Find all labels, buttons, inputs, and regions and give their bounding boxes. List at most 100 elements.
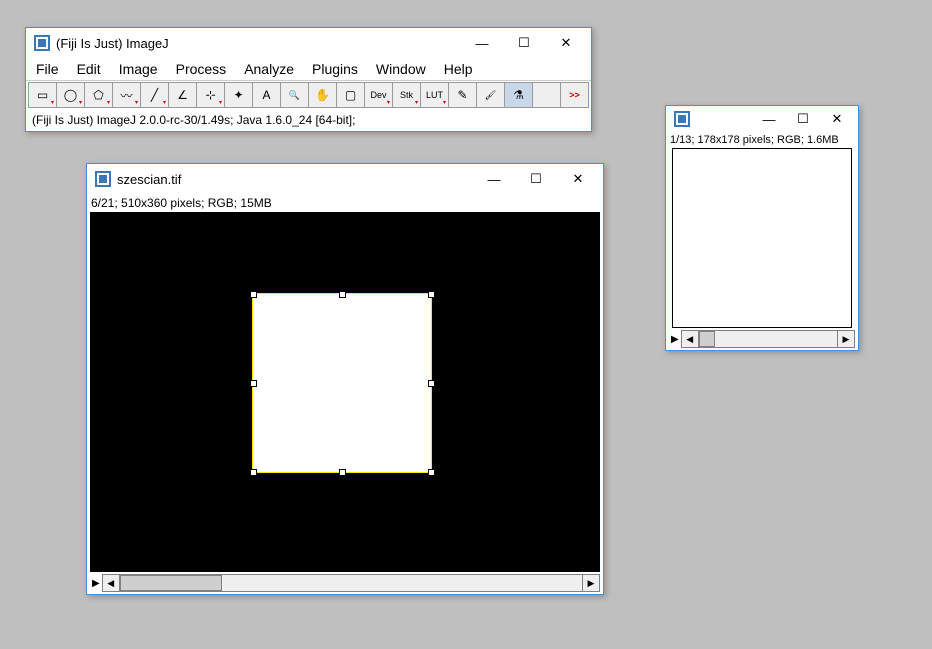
hand-tool-icon: ✋ <box>315 88 330 102</box>
scroll-left-icon[interactable]: ◀ <box>682 331 699 347</box>
handle-w[interactable] <box>250 380 257 387</box>
more-indicator-icon: ▾ <box>107 99 110 106</box>
menu-window[interactable]: Window <box>372 59 430 79</box>
oval-tool[interactable]: ◯▾ <box>56 82 85 108</box>
zoom-tool[interactable]: 🔍 <box>280 82 309 108</box>
dev-menu[interactable]: Dev▾ <box>364 82 393 108</box>
img1-content <box>90 212 600 572</box>
status-bar: (Fiji Is Just) ImageJ 2.0.0-rc-30/1.49s;… <box>26 109 591 131</box>
more-indicator-icon: ▾ <box>51 99 54 106</box>
more-tools[interactable]: >> <box>560 82 589 108</box>
line-tool-icon: ╱ <box>151 88 158 102</box>
toolbar: ▭▾◯▾⬠▾〰▾╱▾∠⊹▾✦A🔍✋▢Dev▾Stk▾LUT▾✎🖌⚗>> <box>26 80 591 109</box>
more-tools-icon: >> <box>569 90 580 100</box>
point-tool-icon: ⊹ <box>205 88 215 102</box>
menu-edit[interactable]: Edit <box>73 59 105 79</box>
img1-slice-scrollbar: ▶ ◀ ▶ <box>87 572 603 594</box>
img2-slice-scrollbar: ▶ ◀ ▶ <box>666 328 858 350</box>
image-window-2: — ☐ ✕ 1/13; 178x178 pixels; RGB; 1.6MB ▶… <box>665 105 859 351</box>
handle-se[interactable] <box>428 469 435 476</box>
spacer[interactable] <box>532 82 561 108</box>
color-picker[interactable]: ▢ <box>336 82 365 108</box>
stk-menu-icon: Stk <box>400 90 413 100</box>
slice-scrollbar[interactable]: ◀ ▶ <box>102 574 600 592</box>
app-icon <box>674 111 690 127</box>
minimize-button[interactable]: — <box>752 106 786 132</box>
stk-menu[interactable]: Stk▾ <box>392 82 421 108</box>
maximize-button[interactable]: ☐ <box>515 166 557 192</box>
maximize-button[interactable]: ☐ <box>503 30 545 56</box>
hand-tool[interactable]: ✋ <box>308 82 337 108</box>
menu-process[interactable]: Process <box>172 59 231 79</box>
handle-ne[interactable] <box>428 291 435 298</box>
scroll-thumb[interactable] <box>120 575 222 591</box>
play-icon[interactable]: ▶ <box>90 578 102 589</box>
main-title: (Fiji Is Just) ImageJ <box>56 36 461 51</box>
point-tool[interactable]: ⊹▾ <box>196 82 225 108</box>
line-tool[interactable]: ╱▾ <box>140 82 169 108</box>
brush-tool-icon: 🖌 <box>485 90 496 101</box>
img1-titlebar[interactable]: szescian.tif — ☐ ✕ <box>87 164 603 194</box>
img2-canvas[interactable] <box>672 148 852 328</box>
lut-menu[interactable]: LUT▾ <box>420 82 449 108</box>
rectangle-tool-icon: ▭ <box>37 88 48 102</box>
brush-tool[interactable]: 🖌 <box>476 82 505 108</box>
handle-sw[interactable] <box>250 469 257 476</box>
text-tool-icon: A <box>262 88 270 102</box>
window-buttons: — ☐ ✕ <box>752 106 854 132</box>
menu-file[interactable]: File <box>32 59 63 79</box>
scroll-right-icon[interactable]: ▶ <box>837 331 854 347</box>
text-tool[interactable]: A <box>252 82 281 108</box>
wand-tool[interactable]: ✦ <box>224 82 253 108</box>
flood-tool-icon: ⚗ <box>513 88 524 102</box>
window-buttons: — ☐ ✕ <box>473 166 599 192</box>
more-indicator-icon: ▾ <box>415 99 418 106</box>
more-indicator-icon: ▾ <box>219 99 222 106</box>
menu-image[interactable]: Image <box>115 59 162 79</box>
freehand-tool-icon: 〰 <box>120 87 132 104</box>
slice-scrollbar[interactable]: ◀ ▶ <box>681 330 855 348</box>
flood-tool[interactable]: ⚗ <box>504 82 533 108</box>
img2-info: 1/13; 178x178 pixels; RGB; 1.6MB <box>666 132 858 148</box>
freehand-tool[interactable]: 〰▾ <box>112 82 141 108</box>
maximize-button[interactable]: ☐ <box>786 106 820 132</box>
wand-tool-icon: ✦ <box>233 88 243 102</box>
handle-e[interactable] <box>428 380 435 387</box>
rectangle-selection[interactable] <box>252 293 432 473</box>
angle-tool-icon: ∠ <box>177 88 188 102</box>
handle-n[interactable] <box>339 291 346 298</box>
app-icon <box>34 35 50 51</box>
scroll-thumb[interactable] <box>699 331 715 347</box>
play-icon[interactable]: ▶ <box>669 334 681 345</box>
more-indicator-icon: ▾ <box>443 99 446 106</box>
rectangle-tool[interactable]: ▭▾ <box>28 82 57 108</box>
close-button[interactable]: ✕ <box>820 106 854 132</box>
minimize-button[interactable]: — <box>473 166 515 192</box>
zoom-tool-icon: 🔍 <box>289 90 300 101</box>
handle-s[interactable] <box>339 469 346 476</box>
img2-titlebar[interactable]: — ☐ ✕ <box>666 106 858 132</box>
app-icon <box>95 171 111 187</box>
menu-plugins[interactable]: Plugins <box>308 59 362 79</box>
main-titlebar[interactable]: (Fiji Is Just) ImageJ — ☐ ✕ <box>26 28 591 58</box>
oval-tool-icon: ◯ <box>64 88 77 102</box>
polygon-tool[interactable]: ⬠▾ <box>84 82 113 108</box>
img1-title: szescian.tif <box>117 172 473 187</box>
more-indicator-icon: ▾ <box>163 99 166 106</box>
polygon-tool-icon: ⬠ <box>93 88 103 102</box>
main-window: (Fiji Is Just) ImageJ — ☐ ✕ File Edit Imag… <box>25 27 592 132</box>
close-button[interactable]: ✕ <box>545 30 587 56</box>
lut-menu-icon: LUT <box>426 90 443 100</box>
handle-nw[interactable] <box>250 291 257 298</box>
menubar: File Edit Image Process Analyze Plugins Window… <box>26 58 591 80</box>
close-button[interactable]: ✕ <box>557 166 599 192</box>
scroll-right-icon[interactable]: ▶ <box>582 575 599 591</box>
window-buttons: — ☐ ✕ <box>461 30 587 56</box>
scroll-left-icon[interactable]: ◀ <box>103 575 120 591</box>
menu-analyze[interactable]: Analyze <box>240 59 298 79</box>
minimize-button[interactable]: — <box>461 30 503 56</box>
pencil-tool[interactable]: ✎ <box>448 82 477 108</box>
img1-canvas[interactable] <box>90 212 600 572</box>
angle-tool[interactable]: ∠ <box>168 82 197 108</box>
menu-help[interactable]: Help <box>440 59 477 79</box>
